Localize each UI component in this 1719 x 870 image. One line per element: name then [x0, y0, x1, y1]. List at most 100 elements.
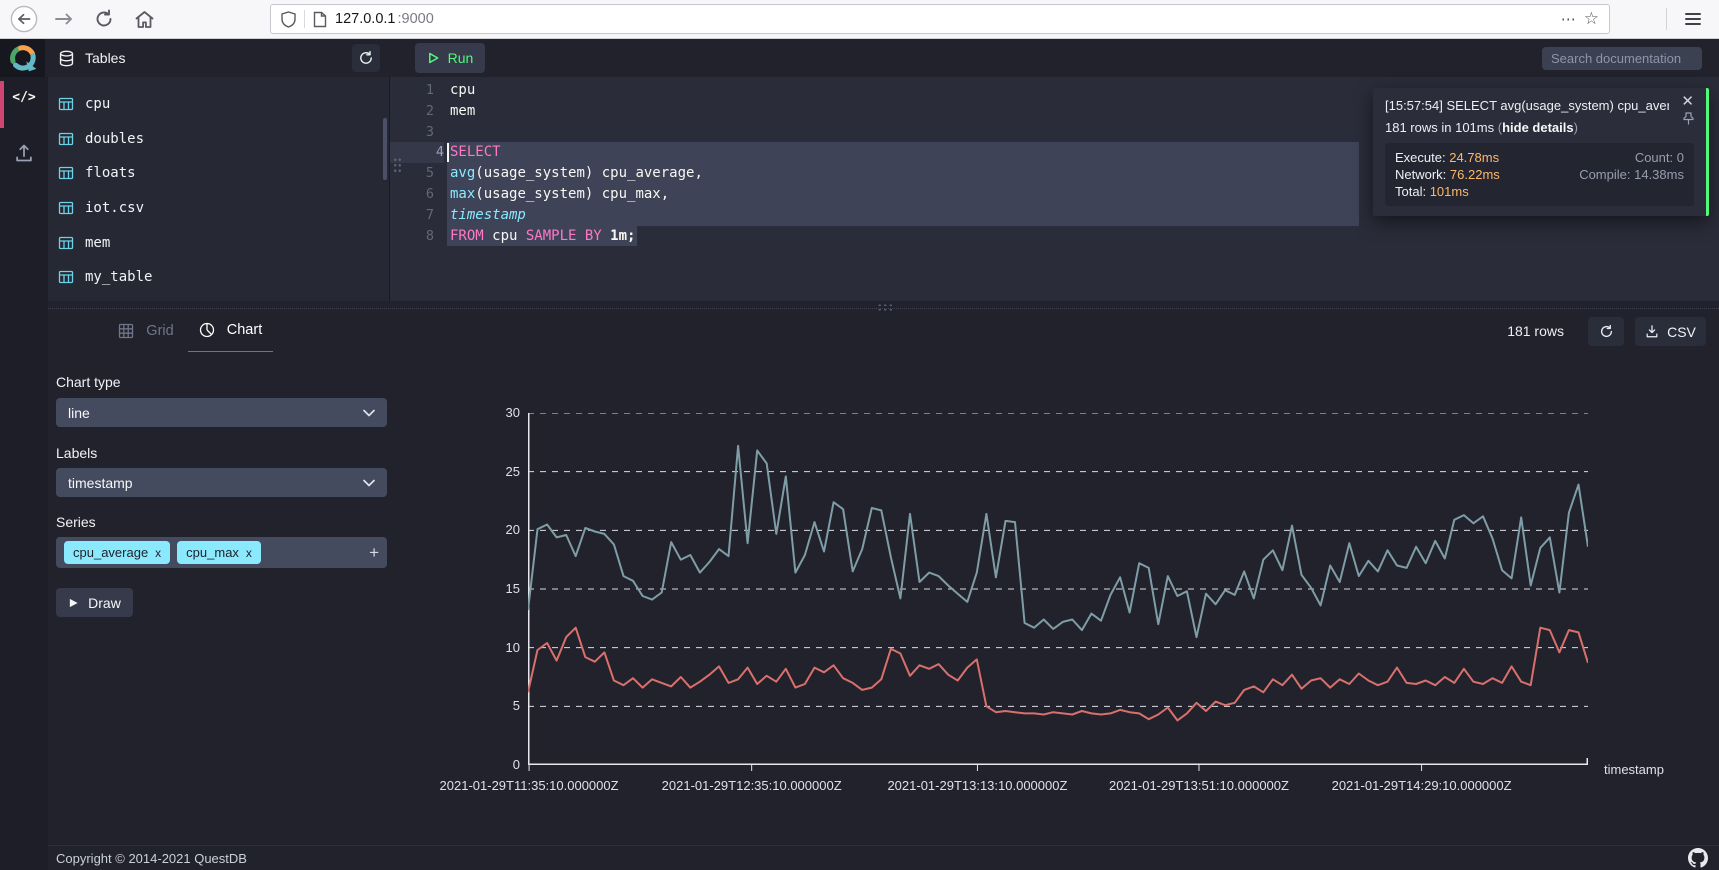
table-row-cpu[interactable]: cpu	[48, 87, 389, 122]
text-cursor	[447, 143, 449, 162]
x-tick-label: 2021-01-29T12:35:10.000000Z	[662, 778, 842, 793]
metric-compile: Compile: 14.38ms	[1550, 167, 1684, 182]
series-label: Series	[56, 514, 96, 530]
download-csv-button[interactable]: CSV	[1635, 317, 1706, 346]
code-line-1: cpu	[450, 80, 475, 101]
series-chip-cpu_max[interactable]: cpu_maxx	[177, 541, 261, 564]
y-tick-label: 0	[440, 757, 520, 772]
search-documentation-placeholder: Search documentation	[1551, 51, 1681, 66]
table-name: mem	[85, 235, 110, 251]
sql-editor-icon[interactable]: </>	[0, 90, 48, 105]
table-icon	[58, 165, 74, 181]
draw-play-icon	[68, 597, 79, 609]
editor-toolbar: Run Search documentation	[390, 39, 1719, 77]
row-count-label: 181 rows	[1507, 309, 1564, 353]
y-tick-label: 25	[440, 464, 520, 479]
chart-type-select[interactable]: line	[56, 398, 387, 427]
table-row-mem[interactable]: mem	[48, 225, 389, 260]
questdb-logo[interactable]	[0, 39, 45, 77]
table-name: doubles	[85, 131, 144, 147]
horizontal-splitter[interactable]	[48, 301, 1719, 308]
browser-reload-button[interactable]	[90, 5, 118, 33]
tables-refresh-button[interactable]	[352, 44, 380, 72]
labels-select[interactable]: timestamp	[56, 468, 387, 497]
chart-type-value: line	[68, 405, 90, 421]
grid-icon	[118, 323, 134, 339]
code-token: timestamp	[450, 207, 526, 223]
app-topbar: Tables Run Search documentation	[0, 39, 1719, 77]
browser-forward-button[interactable]	[50, 5, 78, 33]
pin-icon[interactable]	[1683, 112, 1694, 125]
labels-value: timestamp	[68, 475, 133, 491]
csv-button-label: CSV	[1667, 324, 1696, 340]
x-tick-label: 2021-01-29T13:51:10.000000Z	[1109, 778, 1289, 793]
pie-chart-icon	[199, 322, 215, 338]
browser-home-button[interactable]	[130, 5, 158, 33]
github-icon[interactable]	[1688, 848, 1708, 868]
line-chart-canvas[interactable]	[528, 413, 1588, 773]
table-name: floats	[85, 165, 136, 181]
gutter-line-number: 7	[390, 205, 434, 226]
results-refresh-button[interactable]	[1588, 317, 1624, 346]
labels-label: Labels	[56, 445, 97, 461]
query-summary-text: 181 rows in 101ms	[1385, 120, 1498, 135]
panel-resize-handle-vertical[interactable]	[393, 157, 402, 173]
tab-chart-label: Chart	[227, 322, 262, 338]
tables-scrollbar[interactable]	[383, 118, 387, 180]
query-log-popup: [15:57:54] SELECT avg(usage_system) cpu_…	[1373, 88, 1709, 216]
metric-total: Total: 101ms	[1395, 184, 1550, 199]
chart-type-label: Chart type	[56, 374, 121, 390]
tab-grid[interactable]: Grid	[106, 309, 186, 353]
page-info-icon[interactable]	[313, 11, 327, 28]
add-series-button[interactable]: +	[369, 543, 379, 563]
browser-address-bar[interactable]: 127.0.0.1:9000 ⋯ ☆	[270, 4, 1610, 34]
code-token: (usage_system) cpu_max,	[475, 186, 669, 202]
close-icon[interactable]: ✕	[1681, 94, 1694, 109]
code-token: cpu	[450, 82, 475, 98]
query-log-title: [15:57:54] SELECT avg(usage_system) cpu_…	[1385, 98, 1669, 113]
series-chip-cpu_average[interactable]: cpu_average x	[64, 541, 170, 564]
database-icon	[58, 50, 75, 67]
y-tick-label: 30	[440, 405, 520, 420]
import-upload-icon[interactable]	[14, 143, 34, 163]
code-line-4: SELECT	[450, 142, 501, 163]
chip-remove-icon[interactable]: x	[246, 546, 252, 560]
tables-panel: cpu doubles floats iot.csv mem my_table	[48, 77, 390, 301]
table-row-floats[interactable]: floats	[48, 156, 389, 191]
table-row-doubles[interactable]: doubles	[48, 122, 389, 157]
code-token: SELECT	[450, 144, 501, 160]
paren: )	[1574, 120, 1578, 135]
bookmark-star-icon[interactable]: ☆	[1584, 9, 1599, 29]
copyright-text: Copyright © 2014-2021 QuestDB	[56, 851, 247, 866]
selection-highlight	[447, 142, 1359, 163]
code-token: mem	[450, 103, 475, 119]
browser-back-button[interactable]	[10, 5, 38, 33]
table-row-iot.csv[interactable]: iot.csv	[48, 191, 389, 226]
shield-icon[interactable]	[281, 11, 296, 28]
table-row-my_table[interactable]: my_table	[48, 260, 389, 295]
gutter-line-number: 8	[390, 226, 434, 247]
y-tick-label: 10	[440, 640, 520, 655]
results-header: Grid Chart 181 rows CSV	[48, 308, 1719, 352]
search-documentation-input[interactable]: Search documentation	[1542, 47, 1702, 70]
metric-network: Network: 76.22ms	[1395, 167, 1550, 182]
code-token: max	[450, 186, 475, 202]
tab-chart[interactable]: Chart	[188, 309, 273, 353]
query-metrics: Execute: 24.78ms Count: 0 Network: 76.22…	[1385, 143, 1694, 206]
page-actions-icon[interactable]: ⋯	[1561, 10, 1576, 28]
chip-remove-icon[interactable]: x	[155, 546, 161, 560]
code-token: 1m;	[602, 228, 636, 244]
series-input[interactable]: cpu_averagexcpu_maxx +	[56, 537, 387, 568]
tables-panel-title: Tables	[85, 50, 125, 66]
run-play-icon	[427, 51, 440, 65]
tables-list: cpu doubles floats iot.csv mem my_table	[48, 87, 389, 295]
table-name: iot.csv	[85, 200, 144, 216]
footer: Copyright © 2014-2021 QuestDB	[48, 845, 1719, 870]
run-query-button[interactable]: Run	[415, 43, 485, 73]
browser-menu-icon[interactable]	[1679, 5, 1707, 33]
draw-button[interactable]: Draw	[56, 588, 133, 617]
y-tick-label: 15	[440, 581, 520, 596]
series-chip-label: cpu_average	[73, 545, 148, 560]
gutter-line-number: 2	[390, 101, 434, 122]
hide-details-link[interactable]: hide details	[1502, 120, 1574, 135]
